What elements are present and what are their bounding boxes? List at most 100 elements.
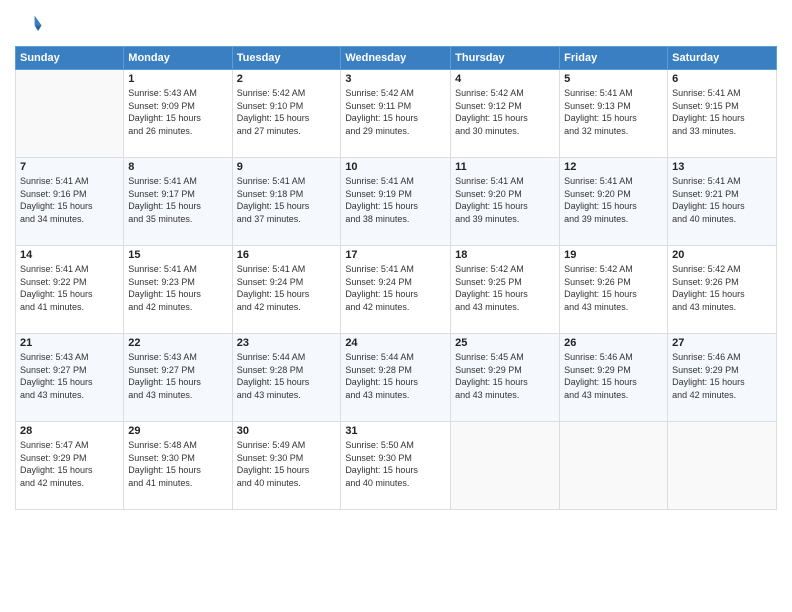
- calendar-cell: 30 Sunrise: 5:49 AM Sunset: 9:30 PM Dayli…: [232, 422, 341, 510]
- logo-icon: [15, 10, 43, 38]
- day-info: Sunrise: 5:43 AM Sunset: 9:27 PM Dayligh…: [20, 351, 119, 401]
- day-info: Sunrise: 5:41 AM Sunset: 9:13 PM Dayligh…: [564, 87, 663, 137]
- calendar-cell: 13 Sunrise: 5:41 AM Sunset: 9:21 PM Dayli…: [668, 158, 777, 246]
- calendar-cell: 19Sunrise: 5:42 AM Sunset: 9:26 PM Dayli…: [560, 246, 668, 334]
- day-number: 27: [672, 337, 772, 349]
- day-info: Sunrise: 5:42 AM Sunset: 9:25 PM Dayligh…: [455, 263, 555, 313]
- calendar-cell: 25 Sunrise: 5:45 AM Sunset: 9:29 PM Dayli…: [451, 334, 560, 422]
- calendar-week-row: 7 Sunrise: 5:41 AM Sunset: 9:16 PM Daylig…: [16, 158, 777, 246]
- day-number: 13: [672, 161, 772, 173]
- day-info: Sunrise: 5:44 AM Sunset: 9:28 PM Dayligh…: [237, 351, 337, 401]
- calendar-table: SundayMondayTuesdayWednesdayThursdayFrid…: [15, 46, 777, 510]
- header: [15, 10, 777, 38]
- day-number: 20: [672, 249, 772, 261]
- page: SundayMondayTuesdayWednesdayThursdayFrid…: [0, 0, 792, 612]
- day-info: Sunrise: 5:50 AM Sunset: 9:30 PM Dayligh…: [345, 439, 446, 489]
- day-info: Sunrise: 5:47 AM Sunset: 9:29 PM Dayligh…: [20, 439, 119, 489]
- calendar-cell: 12Sunrise: 5:41 AM Sunset: 9:20 PM Dayli…: [560, 158, 668, 246]
- day-info: Sunrise: 5:41 AM Sunset: 9:16 PM Dayligh…: [20, 175, 119, 225]
- day-number: 9: [237, 161, 337, 173]
- calendar-week-row: 28 Sunrise: 5:47 AM Sunset: 9:29 PM Dayli…: [16, 422, 777, 510]
- calendar-cell: 3 Sunrise: 5:42 AM Sunset: 9:11 PM Daylig…: [341, 70, 451, 158]
- day-number: 17: [345, 249, 446, 261]
- calendar-cell: 27 Sunrise: 5:46 AM Sunset: 9:29 PM Dayli…: [668, 334, 777, 422]
- calendar-cell: [451, 422, 560, 510]
- calendar-cell: 18 Sunrise: 5:42 AM Sunset: 9:25 PM Dayli…: [451, 246, 560, 334]
- calendar-header-row: SundayMondayTuesdayWednesdayThursdayFrid…: [16, 47, 777, 70]
- day-number: 1: [128, 73, 227, 85]
- calendar-cell: 14 Sunrise: 5:41 AM Sunset: 9:22 PM Dayli…: [16, 246, 124, 334]
- calendar-cell: 6Sunrise: 5:41 AM Sunset: 9:15 PM Daylig…: [668, 70, 777, 158]
- day-info: Sunrise: 5:41 AM Sunset: 9:18 PM Dayligh…: [237, 175, 337, 225]
- calendar-cell: 15 Sunrise: 5:41 AM Sunset: 9:23 PM Dayli…: [124, 246, 232, 334]
- weekday-header: Tuesday: [232, 47, 341, 70]
- day-number: 4: [455, 73, 555, 85]
- weekday-header: Wednesday: [341, 47, 451, 70]
- day-info: Sunrise: 5:41 AM Sunset: 9:24 PM Dayligh…: [237, 263, 337, 313]
- day-number: 31: [345, 425, 446, 437]
- weekday-header: Monday: [124, 47, 232, 70]
- day-number: 28: [20, 425, 119, 437]
- day-info: Sunrise: 5:42 AM Sunset: 9:26 PM Dayligh…: [564, 263, 663, 313]
- day-info: Sunrise: 5:41 AM Sunset: 9:19 PM Dayligh…: [345, 175, 446, 225]
- day-info: Sunrise: 5:41 AM Sunset: 9:23 PM Dayligh…: [128, 263, 227, 313]
- day-info: Sunrise: 5:46 AM Sunset: 9:29 PM Dayligh…: [564, 351, 663, 401]
- calendar-week-row: 21 Sunrise: 5:43 AM Sunset: 9:27 PM Dayli…: [16, 334, 777, 422]
- calendar-cell: 1Sunrise: 5:43 AM Sunset: 9:09 PM Daylig…: [124, 70, 232, 158]
- day-number: 8: [128, 161, 227, 173]
- day-info: Sunrise: 5:42 AM Sunset: 9:10 PM Dayligh…: [237, 87, 337, 137]
- day-number: 11: [455, 161, 555, 173]
- day-number: 24: [345, 337, 446, 349]
- calendar-cell: [668, 422, 777, 510]
- calendar-week-row: 14 Sunrise: 5:41 AM Sunset: 9:22 PM Dayli…: [16, 246, 777, 334]
- day-number: 7: [20, 161, 119, 173]
- calendar-cell: 4 Sunrise: 5:42 AM Sunset: 9:12 PM Daylig…: [451, 70, 560, 158]
- day-number: 10: [345, 161, 446, 173]
- day-number: 16: [237, 249, 337, 261]
- calendar-cell: 22 Sunrise: 5:43 AM Sunset: 9:27 PM Dayli…: [124, 334, 232, 422]
- day-number: 3: [345, 73, 446, 85]
- weekday-header: Friday: [560, 47, 668, 70]
- day-info: Sunrise: 5:41 AM Sunset: 9:20 PM Dayligh…: [564, 175, 663, 225]
- day-number: 25: [455, 337, 555, 349]
- day-number: 21: [20, 337, 119, 349]
- calendar-cell: 16 Sunrise: 5:41 AM Sunset: 9:24 PM Dayli…: [232, 246, 341, 334]
- weekday-header: Thursday: [451, 47, 560, 70]
- day-number: 6: [672, 73, 772, 85]
- day-info: Sunrise: 5:41 AM Sunset: 9:20 PM Dayligh…: [455, 175, 555, 225]
- day-info: Sunrise: 5:41 AM Sunset: 9:21 PM Dayligh…: [672, 175, 772, 225]
- day-number: 22: [128, 337, 227, 349]
- weekday-header: Sunday: [16, 47, 124, 70]
- calendar-cell: 23 Sunrise: 5:44 AM Sunset: 9:28 PM Dayli…: [232, 334, 341, 422]
- calendar-cell: 5Sunrise: 5:41 AM Sunset: 9:13 PM Daylig…: [560, 70, 668, 158]
- day-number: 15: [128, 249, 227, 261]
- day-number: 18: [455, 249, 555, 261]
- calendar-cell: 28 Sunrise: 5:47 AM Sunset: 9:29 PM Dayli…: [16, 422, 124, 510]
- calendar-cell: 10 Sunrise: 5:41 AM Sunset: 9:19 PM Dayli…: [341, 158, 451, 246]
- calendar-week-row: 1Sunrise: 5:43 AM Sunset: 9:09 PM Daylig…: [16, 70, 777, 158]
- day-info: Sunrise: 5:43 AM Sunset: 9:27 PM Dayligh…: [128, 351, 227, 401]
- day-info: Sunrise: 5:49 AM Sunset: 9:30 PM Dayligh…: [237, 439, 337, 489]
- weekday-header: Saturday: [668, 47, 777, 70]
- calendar-cell: 21 Sunrise: 5:43 AM Sunset: 9:27 PM Dayli…: [16, 334, 124, 422]
- day-number: 26: [564, 337, 663, 349]
- day-info: Sunrise: 5:46 AM Sunset: 9:29 PM Dayligh…: [672, 351, 772, 401]
- day-info: Sunrise: 5:41 AM Sunset: 9:24 PM Dayligh…: [345, 263, 446, 313]
- day-number: 2: [237, 73, 337, 85]
- calendar-cell: 31 Sunrise: 5:50 AM Sunset: 9:30 PM Dayli…: [341, 422, 451, 510]
- day-number: 23: [237, 337, 337, 349]
- day-info: Sunrise: 5:41 AM Sunset: 9:17 PM Dayligh…: [128, 175, 227, 225]
- day-info: Sunrise: 5:42 AM Sunset: 9:12 PM Dayligh…: [455, 87, 555, 137]
- calendar-cell: 9 Sunrise: 5:41 AM Sunset: 9:18 PM Daylig…: [232, 158, 341, 246]
- logo: [15, 10, 47, 38]
- calendar-cell: 24Sunrise: 5:44 AM Sunset: 9:28 PM Dayli…: [341, 334, 451, 422]
- calendar-cell: 7 Sunrise: 5:41 AM Sunset: 9:16 PM Daylig…: [16, 158, 124, 246]
- day-info: Sunrise: 5:42 AM Sunset: 9:11 PM Dayligh…: [345, 87, 446, 137]
- day-info: Sunrise: 5:41 AM Sunset: 9:22 PM Dayligh…: [20, 263, 119, 313]
- calendar-cell: 26 Sunrise: 5:46 AM Sunset: 9:29 PM Dayli…: [560, 334, 668, 422]
- day-info: Sunrise: 5:45 AM Sunset: 9:29 PM Dayligh…: [455, 351, 555, 401]
- calendar-cell: 17 Sunrise: 5:41 AM Sunset: 9:24 PM Dayli…: [341, 246, 451, 334]
- day-number: 30: [237, 425, 337, 437]
- day-number: 14: [20, 249, 119, 261]
- calendar-cell: 20Sunrise: 5:42 AM Sunset: 9:26 PM Dayli…: [668, 246, 777, 334]
